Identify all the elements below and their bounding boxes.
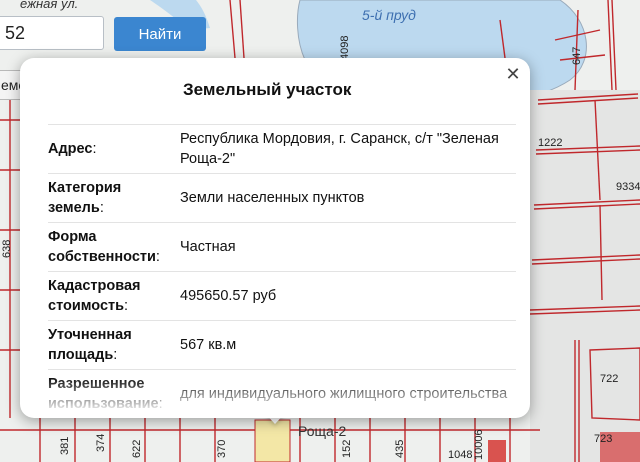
row-value: Частная: [180, 239, 236, 255]
table-row: Адрес: Республика Мордовия, г. Саранск, …: [48, 125, 516, 174]
street-label-bottom: Роща-2: [298, 423, 346, 439]
properties-table[interactable]: Адрес: Республика Мордовия, г. Саранск, …: [48, 118, 516, 408]
parcel-number: 1222: [538, 137, 562, 149]
row-label: Категория земель: [48, 180, 122, 216]
parcel-number: 647: [571, 47, 583, 65]
table-row: Категория земель: Земли населенных пункт…: [48, 174, 516, 223]
row-value: Республика Мордовия, г. Саранск, с/т "Зе…: [180, 131, 499, 167]
row-label: Форма собственности: [48, 229, 156, 265]
parcel-number: 381: [59, 437, 71, 455]
popup-title: Земельный участок: [183, 80, 352, 99]
row-value: 495650.57 руб: [180, 288, 277, 304]
street-label-top: ежная ул.: [20, 0, 78, 11]
table-row: Разрешенное использование: для индивидуа…: [48, 370, 516, 408]
parcel-number: 722: [600, 373, 618, 385]
parcel-number: 9334: [616, 181, 640, 193]
parcel-number: 622: [131, 440, 143, 458]
table-row: Форма собственности: Частная: [48, 223, 516, 272]
parcel-number: 10006: [473, 429, 485, 460]
close-icon[interactable]: ✕: [504, 65, 522, 83]
pond-label: 5-й пруд: [362, 7, 416, 23]
parcel-number: 4098: [339, 36, 351, 60]
row-value: Земли населенных пунктов: [180, 190, 365, 206]
search-input[interactable]: [0, 16, 104, 50]
row-label: Уточненная площадь: [48, 327, 132, 363]
parcel-number: 723: [594, 433, 612, 445]
row-label: Адрес: [48, 141, 93, 157]
table-row: Уточненная площадь: 567 кв.м: [48, 321, 516, 370]
row-value: 567 кв.м: [180, 337, 237, 353]
row-label: Разрешенное использование: [48, 376, 159, 408]
table-row: Кадастровая стоимость: 495650.57 руб: [48, 272, 516, 321]
info-popup: Земельный участок ✕ Адрес: Республика Мо…: [20, 58, 530, 418]
table-top-divider: [48, 118, 516, 125]
parcel-number: 374: [95, 434, 107, 452]
search-button[interactable]: Найти: [114, 17, 206, 51]
parcel-number: 435: [394, 440, 406, 458]
parcel-number: 152: [341, 440, 353, 458]
parcel-number: 1048: [448, 449, 472, 461]
parcel-number: 638: [1, 240, 13, 258]
parcel-number: 370: [216, 440, 228, 458]
row-value: для индивидуального жилищного строительс…: [180, 386, 508, 402]
